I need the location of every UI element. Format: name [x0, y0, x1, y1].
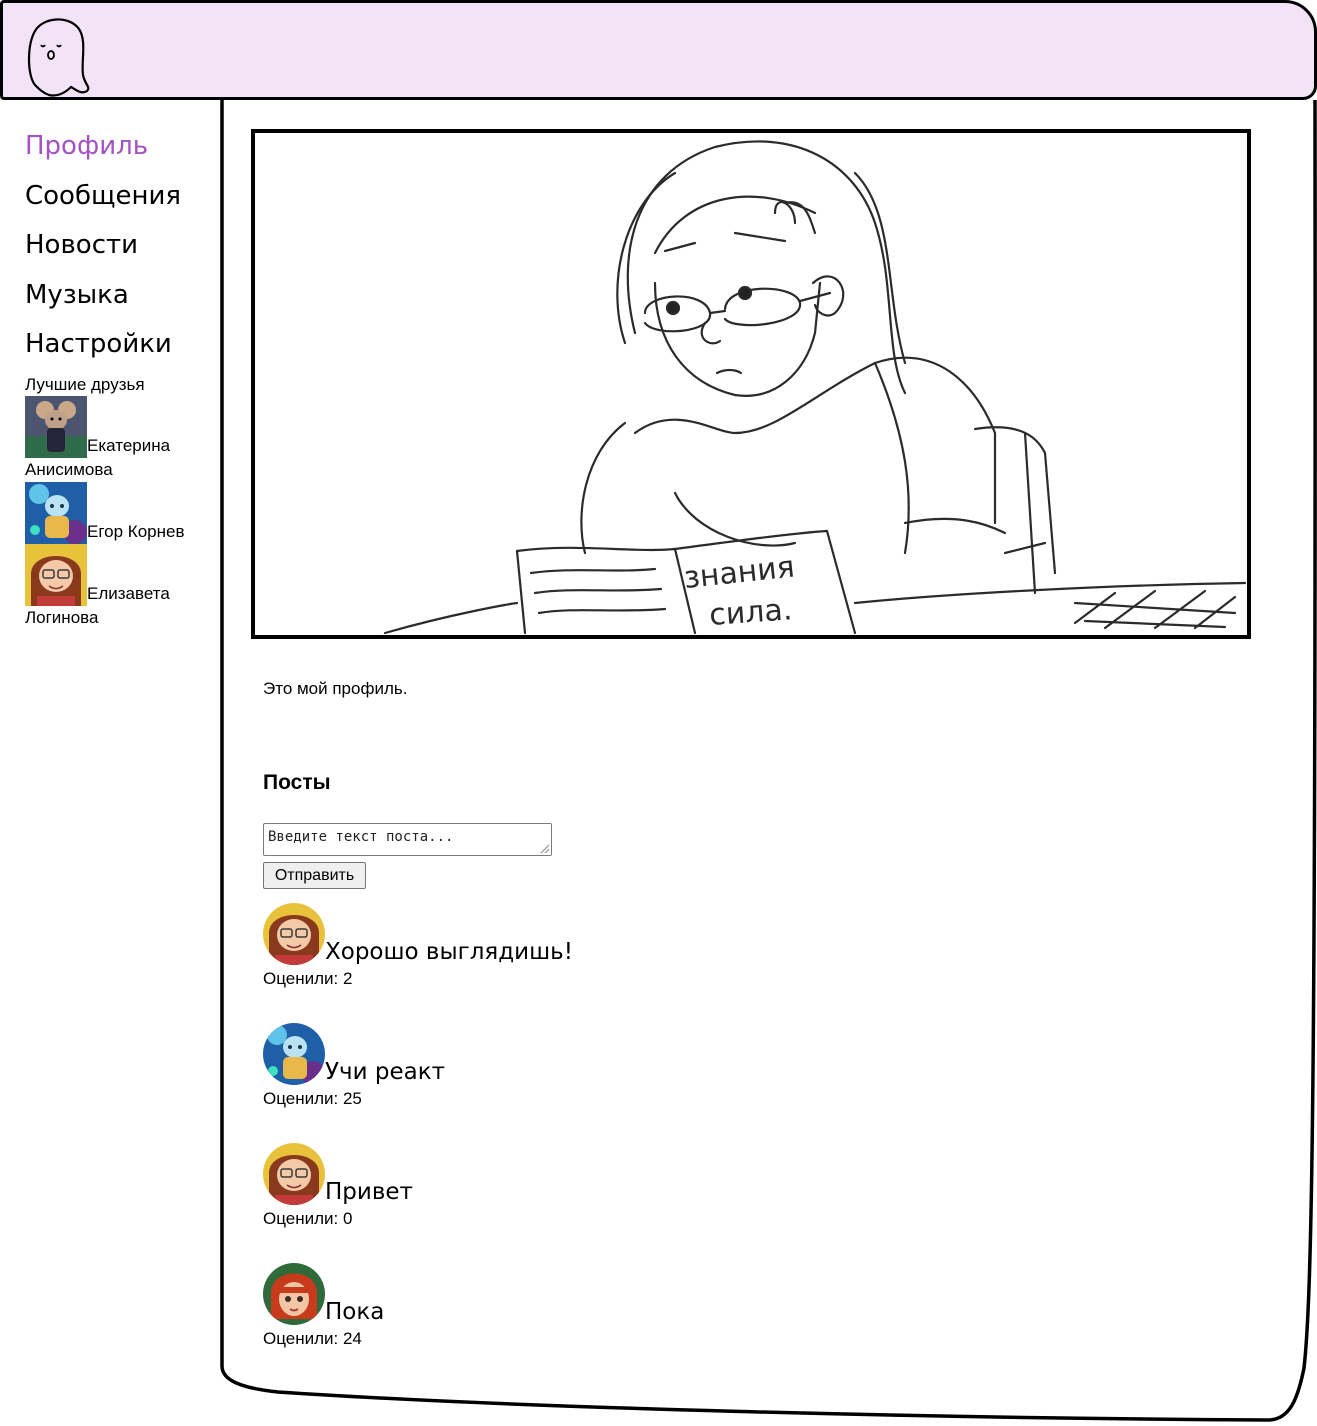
- friend-name: Егор Корнев: [87, 522, 185, 541]
- nav-item-profile[interactable]: Профиль: [25, 122, 220, 172]
- post-item: Учи реакт Оценили: 25: [263, 1023, 863, 1111]
- sketch-girl-reading-book-image: знания сила.: [383, 140, 1247, 635]
- post-item: Пока Оценили: 24: [263, 1263, 863, 1351]
- post-likes: Оценили: 25: [263, 1089, 362, 1108]
- post-likes: Оценили: 2: [263, 969, 353, 988]
- post-avatar-blue[interactable]: [263, 1023, 325, 1085]
- post-avatar-red-hair[interactable]: [263, 1263, 325, 1325]
- nav-item-news[interactable]: Новости: [25, 221, 220, 271]
- post-item: Хорошо выглядишь! Оценили: 2: [263, 903, 863, 991]
- sidebar-nav: Профиль Сообщения Новости Музыка Настрой…: [25, 122, 220, 370]
- post-likes: Оценили: 0: [263, 1209, 353, 1228]
- nav-item-messages[interactable]: Сообщения: [25, 172, 220, 222]
- post-avatar-girl[interactable]: [263, 903, 325, 965]
- profile-about-text: Это мой профиль.: [263, 679, 408, 698]
- best-friends-list: Лучшие друзья Екатерина Анисимова Егор К…: [25, 374, 215, 630]
- ghost-icon[interactable]: [25, 15, 95, 97]
- best-friends-title: Лучшие друзья: [25, 375, 145, 394]
- friend-item[interactable]: Елизавета Логинова: [25, 544, 215, 630]
- profile-cover-image: знания сила.: [251, 129, 1251, 639]
- post-likes: Оценили: 24: [263, 1329, 362, 1348]
- header-bar: [0, 0, 1317, 100]
- friend-item[interactable]: Егор Корнев: [25, 482, 215, 544]
- post-text: Пока: [325, 1299, 385, 1325]
- friend-item[interactable]: Екатерина Анисимова: [25, 396, 215, 482]
- post-text: Привет: [325, 1179, 413, 1205]
- friend-avatar-blue[interactable]: [25, 482, 87, 544]
- friend-avatar-mouse[interactable]: [25, 396, 87, 458]
- send-post-button[interactable]: Отправить: [263, 862, 366, 889]
- nav-item-music[interactable]: Музыка: [25, 271, 220, 321]
- friend-avatar-girl[interactable]: [25, 544, 87, 606]
- post-item: Привет Оценили: 0: [263, 1143, 863, 1231]
- post-text-input[interactable]: [263, 823, 552, 856]
- post-avatar-girl[interactable]: [263, 1143, 325, 1205]
- post-text: Хорошо выглядишь!: [325, 939, 573, 965]
- cover-book-text-1: знания: [682, 550, 796, 596]
- posts-title: Посты: [263, 771, 331, 794]
- nav-item-settings[interactable]: Настройки: [25, 320, 220, 370]
- post-text: Учи реакт: [325, 1059, 445, 1085]
- cover-book-text-2: сила.: [708, 592, 793, 633]
